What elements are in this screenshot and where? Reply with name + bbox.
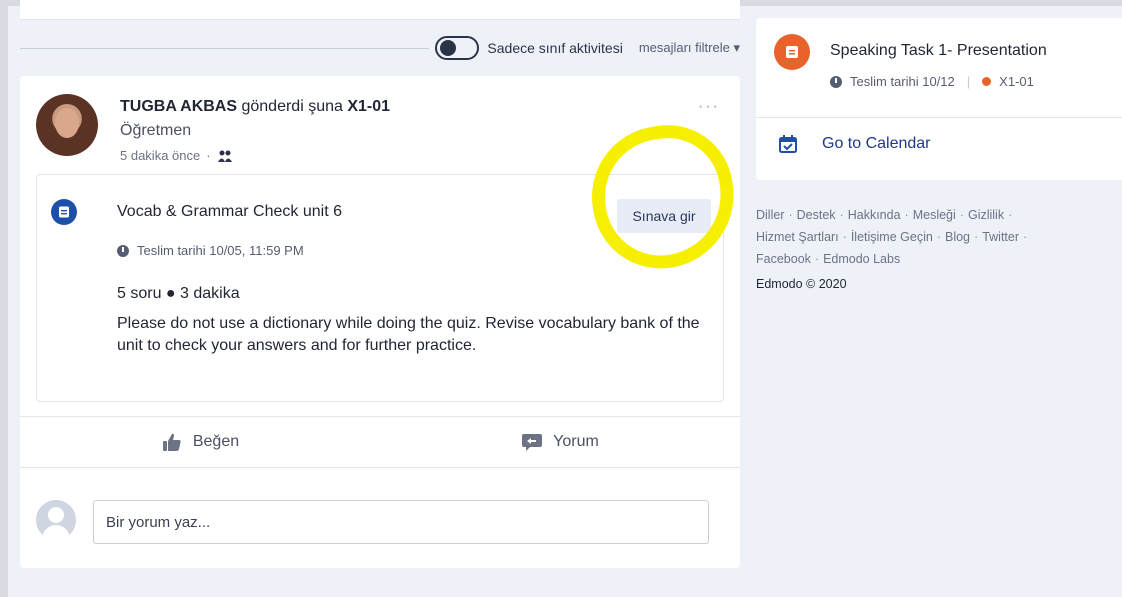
avatar-face bbox=[55, 108, 79, 138]
toggle-knob bbox=[440, 40, 457, 56]
thumbs-up-icon bbox=[162, 433, 181, 451]
post-card: TUGBA AKBAS gönderdi şuna X1-01 Öğretmen… bbox=[20, 76, 746, 568]
quiz-icon bbox=[51, 199, 77, 225]
footer-dot: · bbox=[788, 208, 793, 222]
post-time: 5 dakika önce bbox=[120, 148, 201, 163]
filter-menu-label: mesajları filtrele bbox=[638, 40, 730, 55]
quiz-description: Please do not use a dictionary while doi… bbox=[117, 315, 700, 354]
like-button[interactable]: Beğen bbox=[20, 417, 380, 467]
more-options-icon[interactable]: ··· bbox=[698, 98, 720, 116]
footer-link-languages[interactable]: Diller bbox=[756, 208, 784, 222]
assignment-icon bbox=[774, 34, 810, 70]
post-group[interactable]: X1-01 bbox=[347, 98, 390, 115]
footer-link-edmodo-labs[interactable]: Edmodo Labs bbox=[823, 252, 900, 266]
footer-link-facebook[interactable]: Facebook bbox=[756, 252, 811, 266]
footer-dot: · bbox=[839, 208, 844, 222]
post-meta: 5 dakika önce · bbox=[120, 148, 233, 163]
assignment-glyph-icon bbox=[786, 46, 798, 58]
quiz-stats: 5 soru ● 3 dakika bbox=[117, 285, 240, 302]
divider-line bbox=[20, 47, 430, 49]
caret-down-icon: ▾ bbox=[733, 40, 740, 55]
user-avatar-placeholder bbox=[36, 500, 76, 540]
comment-button[interactable]: Yorum bbox=[380, 417, 740, 467]
footer-link-terms[interactable]: Hizmet Şartları bbox=[756, 230, 839, 244]
post-verb: gönderdi şuna bbox=[241, 98, 343, 115]
comment-input[interactable] bbox=[93, 500, 709, 544]
quiz-clipboard-icon bbox=[59, 206, 69, 218]
previous-post-edge bbox=[20, 0, 740, 20]
footer-dot: · bbox=[959, 208, 964, 222]
footer-link-privacy[interactable]: Gizlilik bbox=[968, 208, 1004, 222]
calendar-check-icon bbox=[779, 135, 797, 153]
footer-dot: · bbox=[936, 230, 941, 244]
task-meta: Teslim tarihi 10/12 | X1-01 bbox=[830, 74, 1034, 89]
comment-row bbox=[20, 488, 740, 548]
feed-filter-bar: Sadece sınıf aktivitesi mesajları filtre… bbox=[20, 34, 740, 62]
clock-icon bbox=[117, 244, 129, 257]
quiz-title[interactable]: Vocab & Grammar Check unit 6 bbox=[117, 203, 342, 221]
footer-link-about[interactable]: Hakkında bbox=[848, 208, 901, 222]
toggle-label: Sadece sınıf aktivitesi bbox=[487, 40, 623, 56]
class-activity-toggle[interactable] bbox=[435, 36, 480, 60]
task-group: X1-01 bbox=[999, 74, 1034, 89]
footer-link-careers[interactable]: Mesleği bbox=[913, 208, 956, 222]
task-due: Teslim tarihi 10/12 bbox=[850, 74, 955, 89]
go-to-calendar-link[interactable]: Go to Calendar bbox=[778, 134, 931, 154]
task-title[interactable]: Speaking Task 1- Presentation bbox=[830, 42, 1047, 60]
filter-messages-menu[interactable]: mesajları filtrele ▾ bbox=[639, 40, 740, 56]
comment-icon bbox=[522, 434, 543, 451]
footer-link-blog[interactable]: Blog bbox=[945, 230, 970, 244]
footer-link-contact[interactable]: İletişime Geçin bbox=[851, 230, 933, 244]
upcoming-card: Speaking Task 1- Presentation Teslim tar… bbox=[756, 18, 1122, 180]
author-avatar[interactable] bbox=[36, 94, 98, 156]
people-icon bbox=[217, 150, 232, 162]
footer-dot: · bbox=[1008, 208, 1013, 222]
comment-label: Yorum bbox=[553, 433, 599, 450]
like-label: Beğen bbox=[192, 433, 240, 450]
clock-icon bbox=[830, 75, 842, 88]
meta-dot: · bbox=[206, 148, 211, 163]
group-color-dot bbox=[982, 77, 992, 86]
post-actions: Beğen Yorum bbox=[20, 416, 740, 468]
quiz-due-text: Teslim tarihi 10/05, 11:59 PM bbox=[137, 243, 304, 258]
author-role: Öğretmen bbox=[120, 122, 192, 139]
footer-link-support[interactable]: Destek bbox=[797, 208, 836, 222]
author-name[interactable]: TUGBA AKBAS bbox=[120, 98, 237, 115]
footer-dot: · bbox=[904, 208, 909, 222]
calendar-link-label: Go to Calendar bbox=[822, 135, 931, 152]
post-header: TUGBA AKBAS gönderdi şuna X1-01 bbox=[120, 98, 390, 116]
footer-dot: · bbox=[974, 230, 979, 244]
copyright: Edmodo © 2020 bbox=[756, 277, 847, 291]
footer-dot: · bbox=[1023, 230, 1028, 244]
footer-dot: · bbox=[814, 252, 820, 266]
footer-link-twitter[interactable]: Twitter bbox=[982, 230, 1019, 244]
footer-dot: · bbox=[842, 230, 847, 244]
divider bbox=[756, 117, 1122, 118]
quiz-due-date: Teslim tarihi 10/05, 11:59 PM bbox=[117, 243, 304, 258]
separator: | bbox=[966, 74, 971, 89]
footer-links: Diller · Destek · Hakkında · Mesleği · Gizlilik ·… bbox=[756, 204, 1106, 270]
